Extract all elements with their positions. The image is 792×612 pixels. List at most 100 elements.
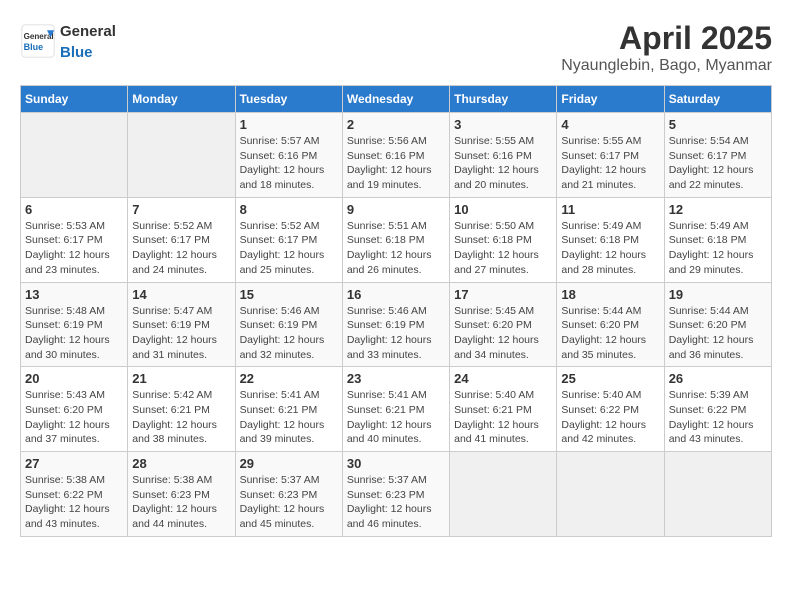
day-number: 3 [454,117,552,132]
weekday-header-tuesday: Tuesday [235,86,342,113]
calendar-cell: 2 Sunrise: 5:56 AM Sunset: 6:16 PM Daylig… [342,113,449,198]
logo-general-text: General [60,23,116,40]
calendar-cell: 18Sunrise: 5:44 AM Sunset: 6:20 PM Dayli… [557,282,664,367]
day-info: Sunrise: 5:57 AM Sunset: 6:16 PM Dayligh… [240,134,338,193]
day-number: 26 [669,371,767,386]
calendar-cell: 30Sunrise: 5:37 AM Sunset: 6:23 PM Dayli… [342,452,449,537]
calendar-cell: 13Sunrise: 5:48 AM Sunset: 6:19 PM Dayli… [21,282,128,367]
day-info: Sunrise: 5:40 AM Sunset: 6:22 PM Dayligh… [561,388,659,447]
calendar-cell: 16 Sunrise: 5:46 AM Sunset: 6:19 PM Dayli… [342,282,449,367]
day-info: Sunrise: 5:40 AM Sunset: 6:21 PM Dayligh… [454,388,552,447]
page-header: General Blue General Blue April 2025 Nya… [20,20,772,75]
calendar-cell: 3 Sunrise: 5:55 AM Sunset: 6:16 PM Daylig… [450,113,557,198]
calendar-cell: 19Sunrise: 5:44 AM Sunset: 6:20 PM Dayli… [664,282,771,367]
calendar-cell: 24 Sunrise: 5:40 AM Sunset: 6:21 PM Dayli… [450,367,557,452]
day-number: 23 [347,371,445,386]
day-number: 19 [669,287,767,302]
calendar-cell: 7 Sunrise: 5:52 AM Sunset: 6:17 PM Daylig… [128,197,235,282]
day-number: 9 [347,202,445,217]
calendar-week-row: 20 Sunrise: 5:43 AM Sunset: 6:20 PM Dayli… [21,367,772,452]
weekday-header-row: SundayMondayTuesdayWednesdayThursdayFrid… [21,86,772,113]
calendar-title: April 2025 [561,20,772,57]
day-number: 28 [132,456,230,471]
day-number: 7 [132,202,230,217]
day-number: 20 [25,371,123,386]
day-number: 6 [25,202,123,217]
day-number: 5 [669,117,767,132]
day-info: Sunrise: 5:52 AM Sunset: 6:17 PM Dayligh… [240,219,338,278]
calendar-cell: 29Sunrise: 5:37 AM Sunset: 6:23 PM Dayli… [235,452,342,537]
day-number: 2 [347,117,445,132]
title-block: April 2025 Nyaunglebin, Bago, Myanmar [561,20,772,75]
calendar-cell: 4Sunrise: 5:55 AM Sunset: 6:17 PM Daylig… [557,113,664,198]
calendar-cell: 10 Sunrise: 5:50 AM Sunset: 6:18 PM Dayli… [450,197,557,282]
day-number: 27 [25,456,123,471]
day-number: 24 [454,371,552,386]
day-number: 1 [240,117,338,132]
day-number: 16 [347,287,445,302]
calendar-cell: 1 Sunrise: 5:57 AM Sunset: 6:16 PM Daylig… [235,113,342,198]
calendar-cell: 22 Sunrise: 5:41 AM Sunset: 6:21 PM Dayli… [235,367,342,452]
day-number: 22 [240,371,338,386]
calendar-cell: 27Sunrise: 5:38 AM Sunset: 6:22 PM Dayli… [21,452,128,537]
calendar-week-row: 27Sunrise: 5:38 AM Sunset: 6:22 PM Dayli… [21,452,772,537]
calendar-cell: 15 Sunrise: 5:46 AM Sunset: 6:19 PM Dayli… [235,282,342,367]
calendar-table: SundayMondayTuesdayWednesdayThursdayFrid… [20,85,772,537]
svg-text:Blue: Blue [24,42,44,52]
day-info: Sunrise: 5:52 AM Sunset: 6:17 PM Dayligh… [132,219,230,278]
day-info: Sunrise: 5:47 AM Sunset: 6:19 PM Dayligh… [132,304,230,363]
calendar-cell: 14 Sunrise: 5:47 AM Sunset: 6:19 PM Dayli… [128,282,235,367]
calendar-cell: 21 Sunrise: 5:42 AM Sunset: 6:21 PM Dayli… [128,367,235,452]
logo: General Blue General Blue [20,20,116,62]
weekday-header-friday: Friday [557,86,664,113]
day-info: Sunrise: 5:54 AM Sunset: 6:17 PM Dayligh… [669,134,767,193]
day-number: 4 [561,117,659,132]
calendar-cell: 17 Sunrise: 5:45 AM Sunset: 6:20 PM Dayli… [450,282,557,367]
calendar-cell [664,452,771,537]
day-info: Sunrise: 5:43 AM Sunset: 6:20 PM Dayligh… [25,388,123,447]
day-info: Sunrise: 5:49 AM Sunset: 6:18 PM Dayligh… [561,219,659,278]
day-number: 10 [454,202,552,217]
calendar-cell [450,452,557,537]
calendar-cell: 9 Sunrise: 5:51 AM Sunset: 6:18 PM Daylig… [342,197,449,282]
day-info: Sunrise: 5:50 AM Sunset: 6:18 PM Dayligh… [454,219,552,278]
day-number: 14 [132,287,230,302]
logo-blue-text: Blue [60,44,93,61]
day-info: Sunrise: 5:42 AM Sunset: 6:21 PM Dayligh… [132,388,230,447]
calendar-cell [21,113,128,198]
day-number: 18 [561,287,659,302]
day-number: 8 [240,202,338,217]
day-info: Sunrise: 5:46 AM Sunset: 6:19 PM Dayligh… [347,304,445,363]
day-number: 12 [669,202,767,217]
calendar-cell [128,113,235,198]
calendar-subtitle: Nyaunglebin, Bago, Myanmar [561,57,772,75]
day-info: Sunrise: 5:51 AM Sunset: 6:18 PM Dayligh… [347,219,445,278]
day-number: 29 [240,456,338,471]
calendar-week-row: 13Sunrise: 5:48 AM Sunset: 6:19 PM Dayli… [21,282,772,367]
day-number: 17 [454,287,552,302]
calendar-cell: 26Sunrise: 5:39 AM Sunset: 6:22 PM Dayli… [664,367,771,452]
calendar-week-row: 6Sunrise: 5:53 AM Sunset: 6:17 PM Daylig… [21,197,772,282]
day-number: 11 [561,202,659,217]
weekday-header-saturday: Saturday [664,86,771,113]
logo-icon: General Blue [20,23,56,59]
calendar-cell: 20 Sunrise: 5:43 AM Sunset: 6:20 PM Dayli… [21,367,128,452]
weekday-header-wednesday: Wednesday [342,86,449,113]
day-info: Sunrise: 5:49 AM Sunset: 6:18 PM Dayligh… [669,219,767,278]
day-number: 21 [132,371,230,386]
day-info: Sunrise: 5:41 AM Sunset: 6:21 PM Dayligh… [240,388,338,447]
day-info: Sunrise: 5:45 AM Sunset: 6:20 PM Dayligh… [454,304,552,363]
day-info: Sunrise: 5:46 AM Sunset: 6:19 PM Dayligh… [240,304,338,363]
day-info: Sunrise: 5:38 AM Sunset: 6:23 PM Dayligh… [132,473,230,532]
day-info: Sunrise: 5:55 AM Sunset: 6:16 PM Dayligh… [454,134,552,193]
day-number: 15 [240,287,338,302]
calendar-week-row: 1 Sunrise: 5:57 AM Sunset: 6:16 PM Daylig… [21,113,772,198]
calendar-cell: 8 Sunrise: 5:52 AM Sunset: 6:17 PM Daylig… [235,197,342,282]
calendar-cell [557,452,664,537]
calendar-cell: 5 Sunrise: 5:54 AM Sunset: 6:17 PM Daylig… [664,113,771,198]
calendar-cell: 6Sunrise: 5:53 AM Sunset: 6:17 PM Daylig… [21,197,128,282]
day-number: 25 [561,371,659,386]
day-info: Sunrise: 5:56 AM Sunset: 6:16 PM Dayligh… [347,134,445,193]
calendar-cell: 23 Sunrise: 5:41 AM Sunset: 6:21 PM Dayli… [342,367,449,452]
day-info: Sunrise: 5:41 AM Sunset: 6:21 PM Dayligh… [347,388,445,447]
